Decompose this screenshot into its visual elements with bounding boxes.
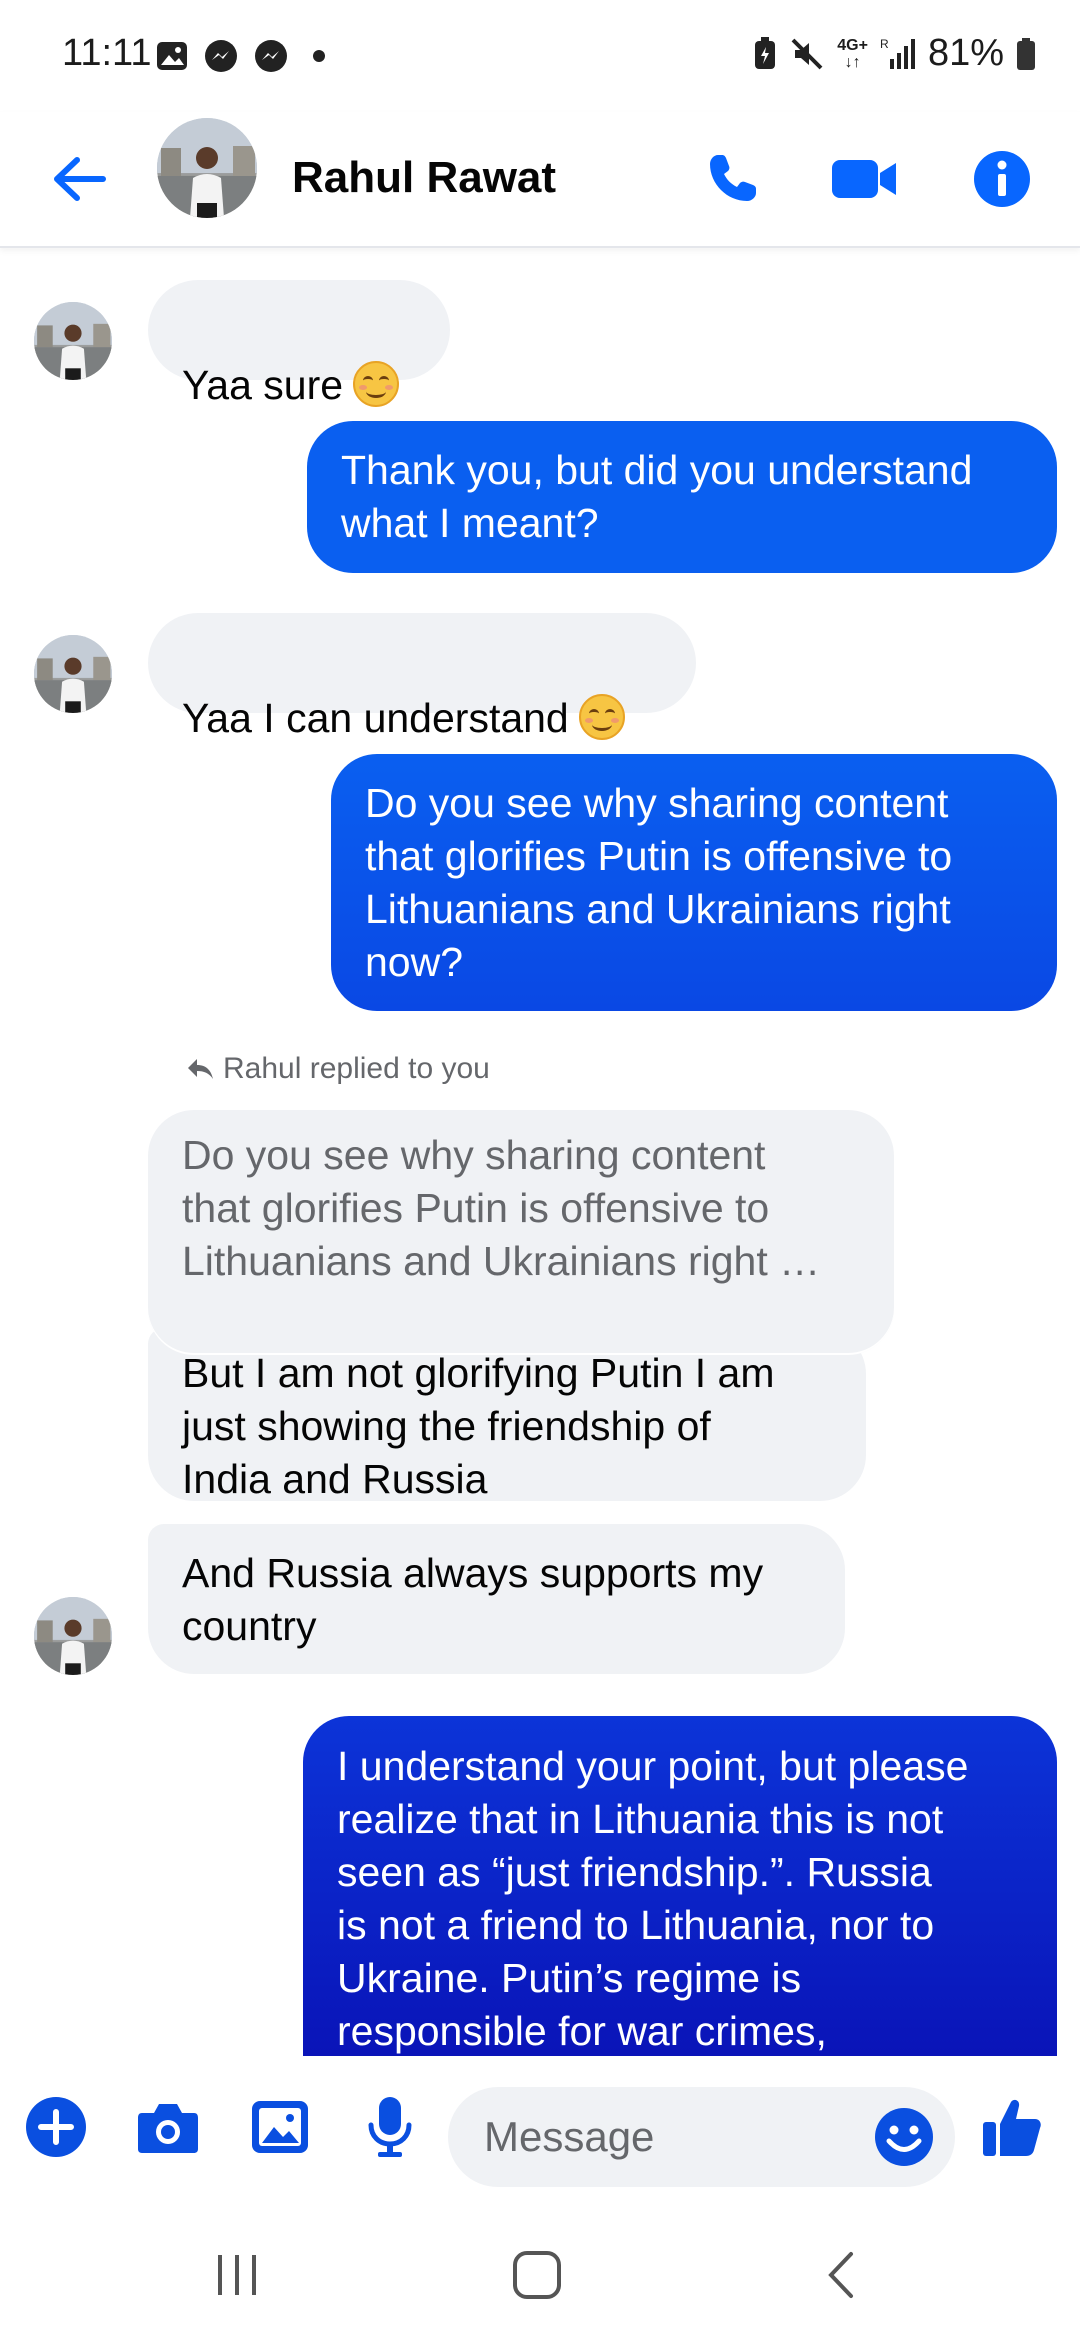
voice-call-button[interactable] [697,144,767,214]
like-button[interactable] [977,2092,1047,2162]
gallery-button[interactable] [245,2092,315,2162]
sender-avatar[interactable] [34,635,112,713]
message-text: Yaa I can understand [182,695,569,741]
person-silhouette [34,302,112,380]
incoming-message[interactable]: Yaa sure [148,280,450,408]
home-button[interactable] [492,2240,582,2310]
quoted-message[interactable]: Do you see why sharing content that glor… [148,1110,894,1355]
contact-avatar[interactable] [157,118,257,218]
recent-apps-button[interactable] [192,2240,282,2310]
camera-button[interactable] [133,2092,203,2162]
battery-saver-icon [755,36,776,69]
mute-icon [791,38,823,69]
reply-label-text: Rahul replied to you [223,1052,490,1085]
message-field[interactable] [448,2087,955,2187]
message-text: Yaa sure [182,362,344,408]
plus-circle-icon [26,2097,86,2157]
home-icon [513,2251,561,2299]
notification-icons [155,38,325,74]
gallery-notification-icon [157,42,187,70]
more-notifications-dot [313,50,325,62]
outgoing-message[interactable]: Thank you, but did you understand what I… [307,421,1057,573]
conversation-info-button[interactable] [967,144,1037,214]
person-silhouette [34,635,112,713]
conversation-header: Rahul Rawat [0,112,1080,248]
thumbs-up-icon [983,2099,1041,2156]
reply-indicator: Rahul replied to you [185,1052,490,1086]
network-label: 4G+ [837,36,868,54]
signal-icon: R [880,37,915,69]
incoming-message[interactable]: And Russia always supports my country [148,1524,845,1674]
message-input[interactable] [482,2112,866,2162]
camera-icon [138,2104,198,2153]
outgoing-message[interactable]: Do you see why sharing content that glor… [331,754,1057,1011]
video-call-button[interactable] [830,144,900,214]
contact-name[interactable]: Rahul Rawat [292,146,556,210]
reply-arrow-icon [188,1059,213,1079]
person-silhouette [34,1597,112,1675]
battery-icon [1017,37,1035,70]
chevron-left-icon [828,2252,853,2298]
network-type: 4G+ ↓↑ [837,36,868,71]
microphone-icon [368,2097,412,2157]
voice-message-button[interactable] [355,2092,425,2162]
messenger-notification-icon-2 [255,40,287,72]
messenger-notification-icon [205,40,237,72]
smiling-face-icon [578,694,625,740]
sender-avatar[interactable] [34,302,112,380]
image-icon [252,2101,308,2153]
back-button[interactable] [44,144,114,214]
outgoing-message[interactable]: I understand your point, but please real… [303,1716,1057,2056]
smiling-face-icon [353,361,400,407]
phone-icon [710,155,756,201]
battery-percent: 81% [927,32,1004,74]
system-back-button[interactable] [796,2240,886,2310]
more-actions-button[interactable] [21,2092,91,2162]
status-bar: 11:11 4G+ ↓↑ R 81% [0,0,1080,112]
video-camera-icon [832,160,896,198]
info-icon [974,151,1030,207]
emoji-picker-icon[interactable] [873,2106,935,2168]
incoming-message[interactable]: Yaa I can understand [148,613,696,741]
svg-text:R: R [880,37,889,51]
recent-apps-icon [218,2255,256,2295]
sender-avatar[interactable] [34,1597,112,1675]
person-silhouette [157,118,257,218]
status-right: 4G+ ↓↑ R 81% [753,32,1036,75]
status-time: 11:11 [62,32,152,74]
arrow-left-icon [54,157,106,201]
